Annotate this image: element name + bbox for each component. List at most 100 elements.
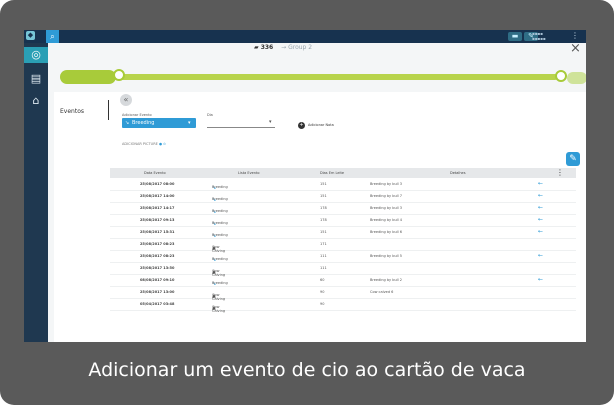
event-detail: Breeding by bull 3	[370, 182, 402, 186]
user-menu[interactable]: ▪▪▪▪ ▪▪▪▪▪	[532, 31, 562, 42]
table-row[interactable]: 25/08/2017 13:50 ▲ Cow Calving 111	[110, 263, 576, 277]
events-panel: Eventos « Adicionar Evento ↘ Breeding ▾ …	[54, 92, 586, 342]
table-menu-icon[interactable]: ⋮	[556, 168, 564, 177]
event-dim: 178	[320, 206, 327, 210]
row-action-icon[interactable]: ←	[538, 180, 543, 187]
event-type-select[interactable]: ↘ Breeding ▾	[122, 118, 196, 128]
col-event-list[interactable]: Lista Evento	[238, 171, 260, 175]
sidebar-item-dashboard[interactable]: ◎	[24, 47, 48, 63]
more-icon[interactable]: ⋮	[571, 31, 579, 40]
table-row[interactable]: 25/08/2017 14:00 ↘ Breeding 151 Breeding by…	[110, 191, 576, 203]
event-date: 25/08/2017 14:17	[140, 206, 175, 210]
event-date: 25/08/2017 09:13	[140, 218, 175, 222]
cow-icon[interactable]: ▬	[508, 32, 522, 41]
nav-divider	[108, 100, 109, 120]
event-dim: 111	[320, 254, 327, 258]
search-icon[interactable]: ⌕	[46, 30, 59, 43]
row-action-icon[interactable]: ←	[538, 228, 543, 235]
table-row[interactable]: 25/08/2017 09:13 ↘ Breeding 178 Breeding by…	[110, 215, 576, 227]
row-action-icon[interactable]: ←	[538, 252, 543, 259]
event-name-text: Breeding	[212, 185, 228, 189]
timeline-start-marker	[113, 69, 125, 81]
table-row[interactable]: 25/08/2017 08:23 ↘ Breeding 111 Breeding by…	[110, 251, 576, 263]
chevron-down-icon: ▾	[269, 119, 272, 125]
event-name-text: Breeding	[212, 221, 228, 225]
row-action-icon[interactable]: ←	[538, 216, 543, 223]
col-event-date[interactable]: Data Evento	[144, 171, 166, 175]
table-row[interactable]: 05/04/2017 03:48 ▲ Cow Calving 90	[110, 299, 576, 313]
table-row[interactable]: 25/08/2017 08:00 ↘ Breeding 151 Breeding by…	[110, 179, 576, 191]
timeline-pill	[60, 70, 116, 84]
event-name-text: Breeding	[212, 281, 228, 285]
app-screen: ◆ ⌕ ▬ ✎ ▪▪▪▪ ▪▪▪▪▪ ⋮ ◎ ▤ ⌂ ▰ 336 → Group …	[24, 30, 586, 342]
top-bar: ◆ ⌕ ▬ ✎ ▪▪▪▪ ▪▪▪▪▪ ⋮	[24, 30, 586, 43]
add-note-label[interactable]: Adicionar Nota	[308, 123, 334, 127]
cow-id: ▰ 336	[254, 44, 274, 51]
event-type-value: Breeding	[132, 120, 155, 126]
nav-title[interactable]: Eventos	[60, 108, 84, 115]
row-action-icon[interactable]: ←	[538, 192, 543, 199]
timeline-bar	[118, 74, 558, 80]
event-dim: 111	[320, 266, 327, 270]
event-date: 25/08/2017 08:23	[140, 242, 175, 246]
table-row[interactable]: 25/08/2017 13:00 ▲ Cow Calving 90 Cow calve…	[110, 287, 576, 301]
event-dim: 60	[320, 278, 325, 282]
row-action-icon[interactable]: ←	[538, 204, 543, 211]
edit-fab-button[interactable]: ✎	[566, 152, 580, 166]
event-detail: Breeding by bull 3	[370, 206, 402, 210]
table-header: Data Evento Lista Evento Dias Em Leite D…	[110, 168, 576, 178]
event-detail: Breeding by bull 2	[370, 278, 402, 282]
event-dim: 90	[320, 302, 325, 306]
event-name-text: Breeding	[212, 233, 228, 237]
row-action-icon[interactable]: ←	[538, 276, 543, 283]
slide-caption: Adicionar um evento de cio ao cartão de …	[88, 359, 526, 381]
event-detail: Breeding by bull 5	[370, 254, 402, 258]
event-date: 25/08/2017 14:00	[140, 194, 175, 198]
cow-group: → Group 2	[281, 44, 313, 51]
cow-header: ▰ 336 → Group 2	[254, 44, 312, 54]
col-dim[interactable]: Dias Em Leite	[320, 171, 344, 175]
event-detail: Cow calved 6	[370, 290, 394, 294]
day-select[interactable]: ▾	[207, 118, 275, 128]
event-dim: 90	[320, 290, 325, 294]
lactation-timeline	[60, 69, 586, 84]
event-date: 25/08/2017 08:23	[140, 254, 175, 258]
timeline-end-marker	[555, 70, 567, 82]
event-name-text: Breeding	[212, 209, 228, 213]
device-frame: ◆ ⌕ ▬ ✎ ▪▪▪▪ ▪▪▪▪▪ ⋮ ◎ ▤ ⌂ ▰ 336 → Group …	[0, 0, 614, 405]
sidebar-item-farm[interactable]: ⌂	[28, 93, 44, 109]
event-date: 08/08/2017 09:10	[140, 278, 175, 282]
add-note-button[interactable]: +	[298, 122, 305, 129]
event-detail: Breeding by bull 4	[370, 218, 402, 222]
chevron-down-icon: ▾	[188, 120, 191, 126]
event-date: 25/08/2017 08:00	[140, 182, 175, 186]
event-name-text: Breeding	[212, 257, 228, 261]
event-name-text: Breeding	[212, 197, 228, 201]
table-row[interactable]: 25/08/2017 08:23 ▲ Cow Calving 171	[110, 239, 576, 253]
camera-icon[interactable]: ● ⊙	[159, 142, 166, 146]
breeding-icon: ↘	[125, 120, 130, 126]
event-detail: Breeding by bull 6	[370, 230, 402, 234]
picture-meta: ADICIONAR PICTURE ● ⊙	[122, 142, 166, 146]
table-row[interactable]: 25/08/2017 15:31 ↘ Breeding 151 Breeding by…	[110, 227, 576, 239]
picture-meta-text: ADICIONAR PICTURE	[122, 142, 158, 146]
day-label: Dia	[207, 113, 213, 117]
table-row[interactable]: 25/08/2017 14:17 ↘ Breeding 178 Breeding by…	[110, 203, 576, 215]
event-detail: Breeding by bull 7	[370, 194, 402, 198]
event-dim: 151	[320, 194, 327, 198]
event-select-label: Adicionar Evento	[122, 113, 152, 117]
left-sidebar: ◎ ▤ ⌂	[24, 43, 48, 342]
event-dim: 151	[320, 230, 327, 234]
col-details[interactable]: Detalhes	[450, 171, 466, 175]
event-date: 05/04/2017 03:48	[140, 302, 175, 306]
close-button[interactable]: ×	[570, 41, 581, 56]
table-row[interactable]: 08/08/2017 09:10 ↘ Breeding 60 Breeding by …	[110, 275, 576, 287]
event-name-text: Cow Calving	[212, 305, 226, 313]
event-dim: 178	[320, 218, 327, 222]
app-logo: ◆	[26, 31, 35, 40]
event-date: 25/08/2017 13:00	[140, 290, 175, 294]
event-date: 25/08/2017 15:31	[140, 230, 175, 234]
collapse-button[interactable]: «	[120, 94, 132, 106]
sidebar-item-reports[interactable]: ▤	[28, 71, 44, 87]
event-nav: Eventos	[54, 92, 106, 342]
